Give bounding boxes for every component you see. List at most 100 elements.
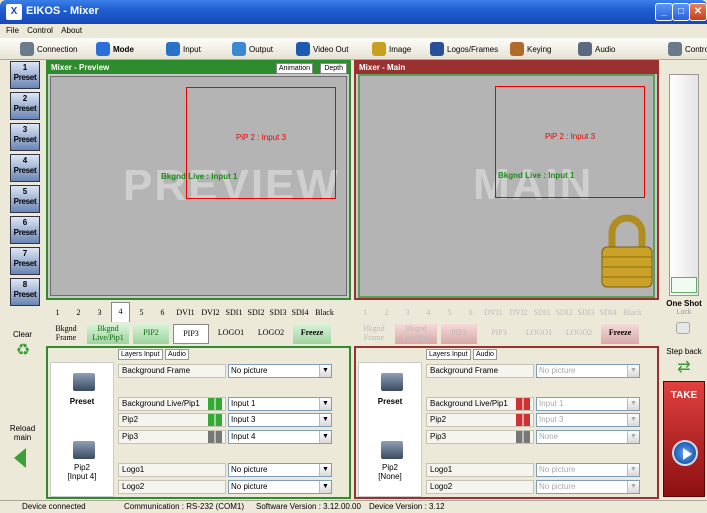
preview-layer-pip3[interactable]: PIP3 bbox=[173, 324, 209, 344]
toolbar-control-button[interactable]: Control bbox=[668, 40, 707, 58]
preview-pip-box[interactable]: PiP 2 : Input 3 bbox=[186, 87, 336, 199]
tab-layers-input[interactable]: Layers Input bbox=[118, 349, 163, 360]
tab-audio[interactable]: Audio bbox=[473, 349, 497, 360]
main-logo1-select: No picture ▼ bbox=[536, 463, 640, 477]
preview-source-sdi2[interactable]: SDI2 bbox=[246, 304, 266, 324]
preset-number: 6 bbox=[22, 218, 28, 227]
preview-pip2-select[interactable]: Input 3 ▼ bbox=[228, 413, 332, 427]
preview-source-black[interactable]: Black bbox=[312, 304, 337, 324]
toolbar-audio-button[interactable]: Audio bbox=[578, 40, 615, 58]
app-logo-icon: X bbox=[6, 4, 22, 20]
main-dropdown-arrow-icon: ▼ bbox=[627, 481, 639, 493]
preview-logo2-select[interactable]: No picture ▼ bbox=[228, 480, 332, 494]
toolbar-input-button[interactable]: Input bbox=[166, 40, 201, 58]
preview-background-live-pip1-select[interactable]: Input 1 ▼ bbox=[228, 397, 332, 411]
preview-source-sdi4[interactable]: SDI4 bbox=[290, 304, 310, 324]
take-button[interactable]: TAKE bbox=[664, 390, 704, 401]
preview-source-sdi3[interactable]: SDI3 bbox=[268, 304, 288, 324]
menu-control[interactable]: Control bbox=[27, 24, 53, 38]
step-back-label[interactable]: Step back bbox=[661, 347, 707, 356]
small-lock-icon[interactable] bbox=[676, 322, 690, 334]
tab-audio[interactable]: Audio bbox=[165, 349, 189, 360]
tab-depth[interactable]: Depth bbox=[320, 63, 347, 74]
main-row-background-frame: Background Frame bbox=[426, 364, 534, 378]
preview-pip3-select[interactable]: Input 4 ▼ bbox=[228, 430, 332, 444]
toolbar-connection-button[interactable]: Connection bbox=[20, 40, 77, 58]
menu-about[interactable]: About bbox=[61, 24, 82, 38]
toolbar-mode-button[interactable]: Mode bbox=[96, 40, 134, 58]
back-arrow-icon[interactable] bbox=[14, 448, 26, 468]
preset-button-1[interactable]: 1 Preset bbox=[10, 61, 40, 89]
main-background-live-pip1-select: Input 1 ▼ bbox=[536, 397, 640, 411]
preview-select-value: No picture bbox=[231, 366, 268, 375]
main-source-6: 6 bbox=[468, 308, 473, 317]
reload-main-button[interactable]: Reload main bbox=[0, 424, 45, 442]
preview-dropdown-arrow-icon[interactable]: ▼ bbox=[319, 365, 331, 377]
take-panel[interactable]: TAKE bbox=[663, 381, 705, 497]
preview-dropdown-arrow-icon[interactable]: ▼ bbox=[319, 464, 331, 476]
minimize-button[interactable]: _ bbox=[655, 3, 673, 21]
preview-layer-logo2[interactable]: LOGO2 bbox=[253, 324, 289, 344]
main-source-3: 3 bbox=[405, 308, 410, 317]
preview-source-3[interactable]: 3 bbox=[90, 304, 109, 324]
preview-layer-bkgnd-live-pip1[interactable]: Bkgnd Live/Pip1 bbox=[87, 324, 129, 344]
preset-button-4[interactable]: 4 Preset bbox=[10, 154, 40, 182]
preview-layer-bkgnd-frame[interactable]: Bkgnd Frame bbox=[49, 324, 83, 344]
preset-button-6[interactable]: 6 Preset bbox=[10, 216, 40, 244]
preview-dropdown-arrow-icon[interactable]: ▼ bbox=[319, 481, 331, 493]
preset-button-5[interactable]: 5 Preset bbox=[10, 185, 40, 213]
preview-source-2[interactable]: 2 bbox=[69, 304, 88, 324]
recycle-icon[interactable]: ♻ bbox=[12, 342, 34, 360]
close-button[interactable]: ✕ bbox=[689, 3, 707, 21]
tab-layers-input[interactable]: Layers Input bbox=[426, 349, 471, 360]
preview-source-1[interactable]: 1 bbox=[48, 304, 67, 324]
preview-screen[interactable]: PREVIEW PiP 2 : Input 3 Bkgnd Live : Inp… bbox=[50, 76, 347, 296]
toolbar-video-out-button[interactable]: Video Out bbox=[296, 40, 348, 58]
main-preset-label[interactable]: Preset bbox=[359, 397, 421, 406]
toolbar-logos-frames-button[interactable]: Logos/Frames bbox=[430, 40, 498, 58]
preview-background-frame-select[interactable]: No picture ▼ bbox=[228, 364, 332, 378]
main-source-dvi2: DVI2 bbox=[509, 308, 528, 317]
menu-file[interactable]: File bbox=[6, 24, 19, 38]
preview-logo1-select[interactable]: No picture ▼ bbox=[228, 463, 332, 477]
preview-layer-freeze[interactable]: Freeze bbox=[293, 324, 331, 344]
preview-layer-logo1[interactable]: LOGO1 bbox=[213, 324, 249, 344]
maximize-button[interactable]: □ bbox=[672, 3, 690, 21]
preview-dropdown-arrow-icon[interactable]: ▼ bbox=[319, 431, 331, 443]
preview-row-indicator bbox=[208, 398, 222, 410]
preset-button-3[interactable]: 3 Preset bbox=[10, 123, 40, 151]
preview-layer-row: Bkgnd Frame Bkgnd Live/Pip1 PIP2 PIP3 LOGO1 L… bbox=[46, 322, 351, 346]
preset-button-2[interactable]: 2 Preset bbox=[10, 92, 40, 120]
one-shot-label[interactable]: One Shot bbox=[661, 299, 707, 308]
main-layer-freeze: Freeze bbox=[601, 324, 639, 344]
toolbar-image-button[interactable]: Image bbox=[372, 40, 411, 58]
toolbar-output-button[interactable]: Output bbox=[232, 40, 273, 58]
preview-source-4[interactable]: 4 bbox=[111, 302, 130, 322]
preview-source-dvi1[interactable]: DVI1 bbox=[174, 304, 197, 324]
toolbar-label: Audio bbox=[595, 44, 616, 54]
main-source-sdi1: SDI1 bbox=[533, 308, 551, 317]
toolbar-keying-button[interactable]: Keying bbox=[510, 40, 551, 58]
preview-source-dvi2[interactable]: DVI2 bbox=[199, 304, 222, 324]
clear-button[interactable]: Clear bbox=[0, 330, 45, 339]
preview-layer-pip2[interactable]: PIP2 bbox=[133, 324, 169, 344]
preview-preset-label[interactable]: Preset bbox=[51, 397, 113, 406]
preview-source-5[interactable]: 5 bbox=[132, 304, 151, 324]
step-back-icon[interactable]: ⇄ bbox=[674, 360, 694, 376]
preview-select-value: No picture bbox=[231, 482, 268, 491]
transition-slider[interactable] bbox=[669, 74, 699, 296]
preset-button-7[interactable]: 7 Preset bbox=[10, 247, 40, 275]
status-software-version: Software Version : 3.12.00.00 bbox=[256, 502, 361, 511]
preview-source-sdi1[interactable]: SDI1 bbox=[224, 304, 244, 324]
main-source-sdi3: SDI3 bbox=[577, 308, 595, 317]
main-dropdown-arrow-icon: ▼ bbox=[627, 414, 639, 426]
preset-button-8[interactable]: 8 Preset bbox=[10, 278, 40, 306]
tab-animation[interactable]: Animation bbox=[275, 63, 313, 74]
preview-source-6[interactable]: 6 bbox=[153, 304, 172, 324]
preview-dropdown-arrow-icon[interactable]: ▼ bbox=[319, 414, 331, 426]
toolbar-label: Output bbox=[249, 44, 274, 54]
preview-dropdown-arrow-icon[interactable]: ▼ bbox=[319, 398, 331, 410]
toolbar-label: Logos/Frames bbox=[447, 44, 499, 54]
slider-handle[interactable] bbox=[671, 277, 697, 293]
play-icon[interactable] bbox=[672, 440, 698, 466]
